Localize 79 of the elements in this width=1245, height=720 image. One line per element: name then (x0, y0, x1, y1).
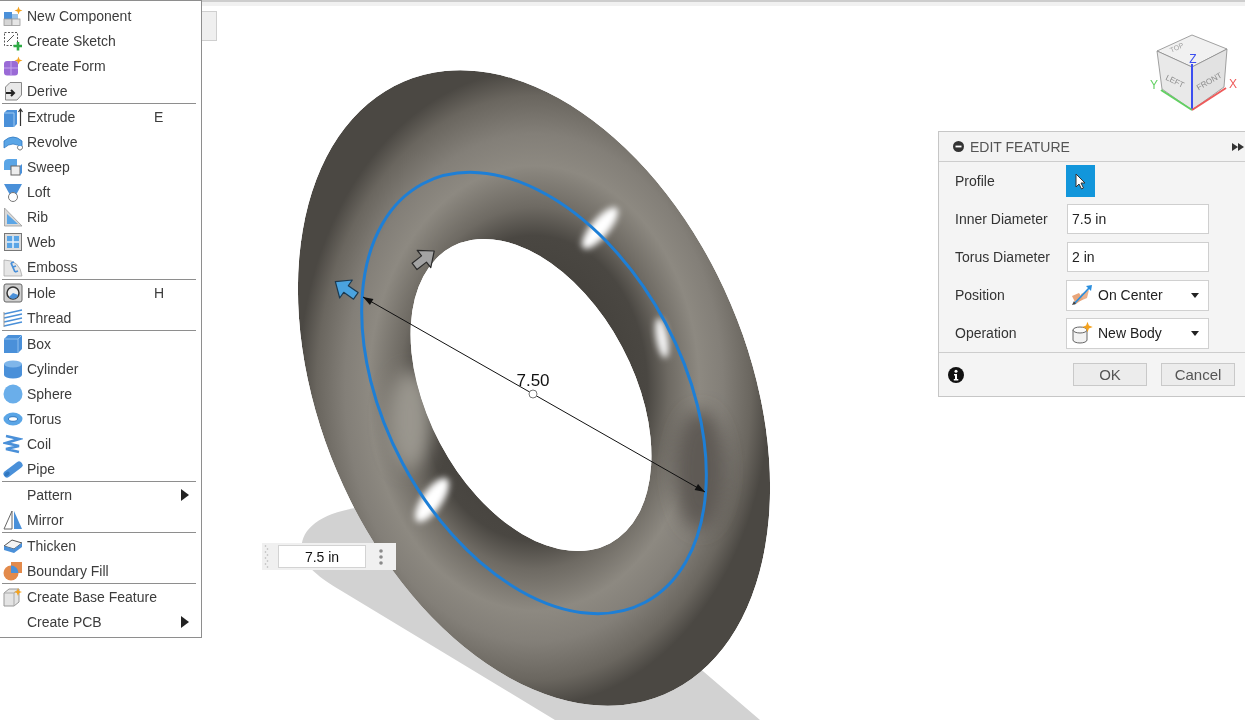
grid-box-icon (3, 231, 23, 252)
cylinder-icon (3, 358, 23, 379)
coil-icon (3, 433, 23, 454)
menu-item[interactable]: Create PCB (0, 609, 201, 634)
wedge-icon (3, 206, 23, 227)
diagonal-lines-icon (3, 307, 23, 328)
info-icon[interactable] (948, 366, 964, 383)
field-label: Torus Diameter (955, 249, 1051, 265)
cubes-star-icon (3, 5, 23, 26)
cube-star-icon (3, 586, 23, 607)
sphere-icon (3, 383, 23, 404)
menu-item[interactable]: Torus (0, 406, 201, 431)
menu-item[interactable]: Loft (0, 179, 201, 204)
arrow-handle[interactable] (334, 279, 359, 300)
hole-icon (3, 282, 23, 303)
torus-model[interactable] (298, 70, 770, 706)
menu-item[interactable]: Extrude E (0, 104, 201, 129)
field-label: Position (955, 287, 1006, 303)
menu-item[interactable]: Create Form (0, 53, 201, 78)
menu-item[interactable]: Revolve (0, 129, 201, 154)
panel-title: EDIT FEATURE (970, 138, 1071, 155)
menu-item[interactable]: Sphere (0, 381, 201, 406)
cylinder-star-icon (1071, 322, 1093, 344)
cursor-icon (1075, 172, 1086, 190)
menu-item[interactable]: Create Base Feature (0, 584, 201, 609)
cube-arrow-icon (3, 80, 23, 101)
dialog-button[interactable]: OK (1073, 363, 1147, 386)
menu-item[interactable]: Cylinder (0, 356, 201, 381)
field-label: Operation (955, 325, 1018, 341)
tube-icon (3, 458, 23, 479)
menu-item[interactable]: Sweep (0, 154, 201, 179)
grip-icon[interactable] (264, 545, 269, 568)
menu-item[interactable]: Web (0, 229, 201, 254)
menu-item[interactable]: Coil (0, 431, 201, 456)
caret-icon (1191, 292, 1199, 298)
field-label: Profile (955, 173, 996, 189)
box-arrow-icon (3, 106, 23, 127)
menu-item[interactable]: New Component (0, 3, 201, 28)
cube-face[interactable] (1191, 48, 1228, 111)
field-label: Inner Diameter (955, 211, 1049, 227)
mirror-triangles-icon (3, 509, 23, 530)
menu-item[interactable]: Rib (0, 204, 201, 229)
dashed-rect-plus-icon (3, 30, 23, 51)
dimension-value: 7.50 (516, 371, 550, 390)
text-input[interactable]: 7.5 in (1067, 204, 1209, 234)
dropdown[interactable]: On Center (1066, 279, 1209, 311)
menu-item[interactable]: Mirror (0, 507, 201, 532)
menu-item[interactable]: Thicken (0, 533, 201, 558)
arrow-handle[interactable] (411, 249, 435, 271)
cube-face-label: LEFT (1164, 73, 1186, 90)
cube-star-icon (3, 55, 23, 76)
menu-item[interactable]: Box (0, 331, 201, 356)
menu-item[interactable]: Emboss (0, 254, 201, 279)
dialog-button[interactable]: Cancel (1161, 363, 1235, 386)
menu-item[interactable]: Thread (0, 305, 201, 330)
funnel-icon (3, 181, 23, 202)
menu-item[interactable]: Create Sketch (0, 28, 201, 53)
plane-arrow-icon (1071, 284, 1093, 306)
more-icon[interactable] (379, 548, 383, 565)
menu-item[interactable]: Hole H (0, 280, 201, 305)
emboss-arc-icon (3, 256, 23, 277)
circle-square-icon (3, 560, 23, 581)
text-input[interactable]: 2 in (1067, 242, 1209, 272)
menu-item[interactable]: Pattern (0, 482, 201, 507)
axis-label: X (1229, 77, 1237, 91)
dimension-input[interactable]: 7.5 in (278, 545, 366, 568)
expand-arrows-icon[interactable] (1232, 142, 1244, 151)
collapse-minus-icon[interactable] (953, 141, 964, 152)
caret-icon (1191, 330, 1199, 336)
dropdown[interactable]: New Body (1066, 317, 1209, 349)
menu-item[interactable]: Pipe (0, 456, 201, 481)
menu-item[interactable]: Derive (0, 78, 201, 103)
select-button[interactable] (1066, 165, 1095, 197)
menu-item[interactable]: Boundary Fill (0, 558, 201, 583)
sweep-shape-icon (3, 156, 23, 177)
center-point[interactable] (528, 389, 538, 399)
cube-icon (3, 333, 23, 354)
axis-label: Y (1150, 78, 1158, 92)
axis-label: Z (1189, 52, 1197, 66)
